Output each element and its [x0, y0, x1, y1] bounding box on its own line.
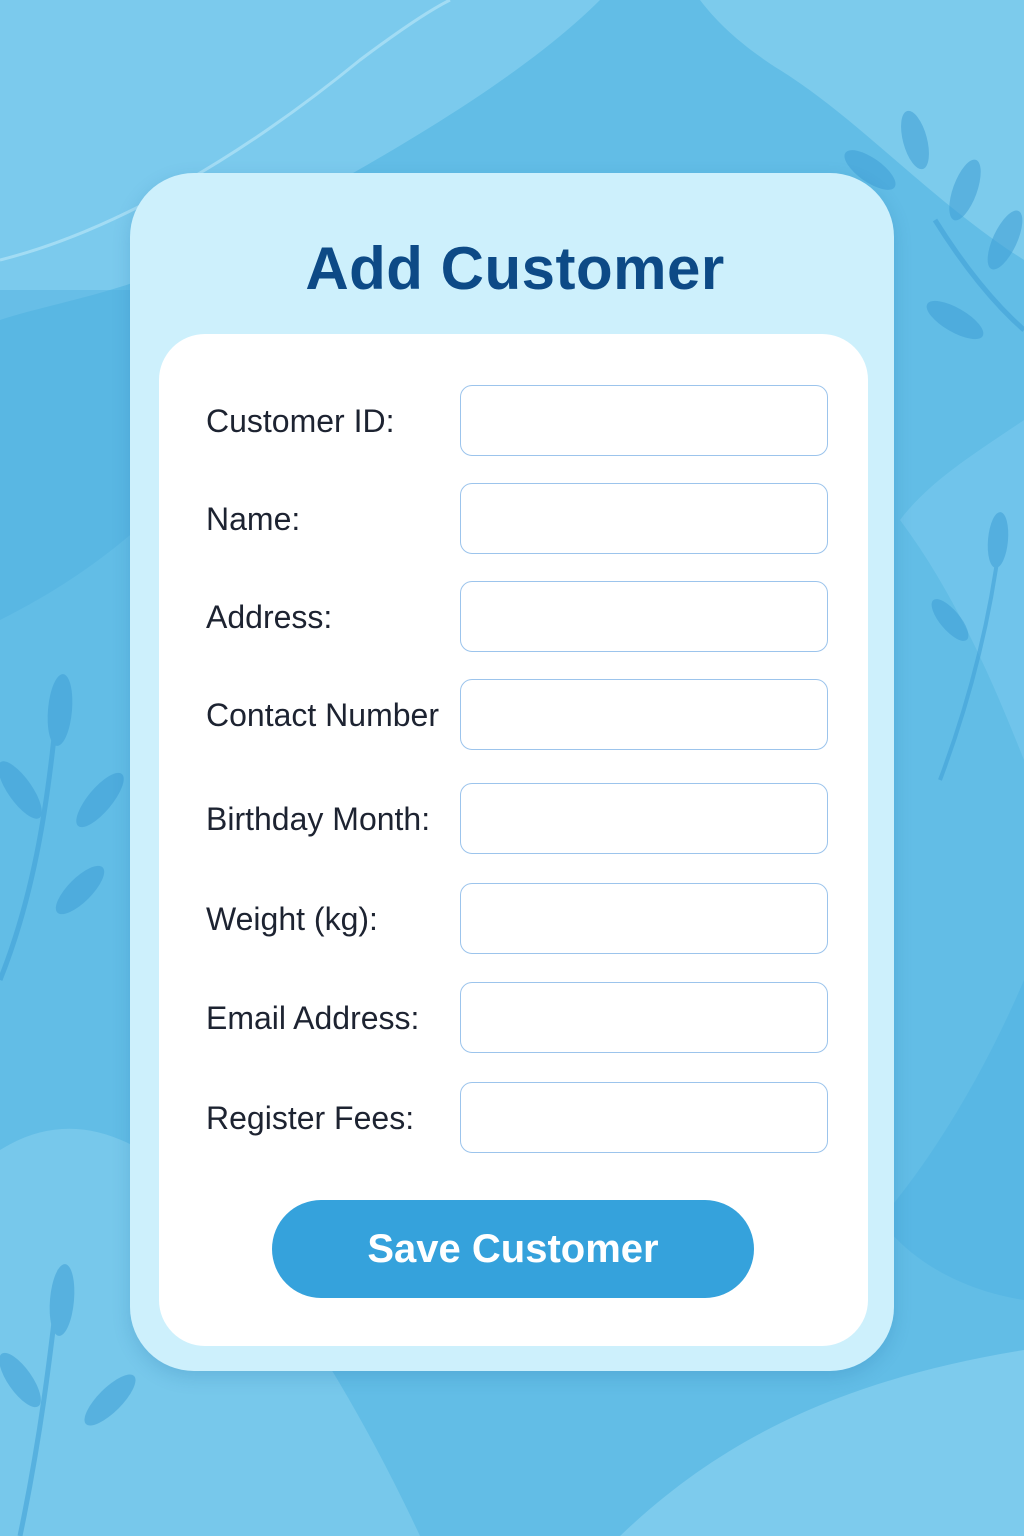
save-customer-button[interactable]: Save Customer: [272, 1200, 754, 1298]
name-row: Name:: [159, 483, 868, 555]
weight-row: Weight (kg):: [159, 883, 868, 955]
address-input[interactable]: [460, 581, 828, 652]
customer-id-row: Customer ID:: [159, 385, 868, 457]
add-customer-card: Add Customer Customer ID: Name: Address:…: [130, 173, 894, 1371]
email-address-input[interactable]: [460, 982, 828, 1053]
contact-number-row: Contact Number: [159, 679, 868, 751]
birthday-month-input[interactable]: [460, 783, 828, 854]
email-address-label: Email Address:: [206, 1000, 420, 1036]
page-title: Add Customer: [305, 235, 725, 302]
contact-number-input[interactable]: [460, 679, 828, 750]
customer-id-input[interactable]: [460, 385, 828, 456]
customer-id-label: Customer ID:: [206, 403, 395, 439]
birthday-month-label: Birthday Month:: [206, 801, 431, 837]
register-fees-input[interactable]: [460, 1082, 828, 1153]
weight-input[interactable]: [460, 883, 828, 954]
form-panel: Customer ID: Name: Address: Contact Numb…: [159, 334, 868, 1346]
birthday-month-row: Birthday Month:: [159, 783, 868, 855]
name-input[interactable]: [460, 483, 828, 554]
email-address-row: Email Address:: [159, 982, 868, 1054]
register-fees-label: Register Fees:: [206, 1100, 415, 1136]
contact-number-label: Contact Number: [206, 697, 439, 733]
address-label: Address:: [206, 599, 333, 635]
address-row: Address:: [159, 581, 868, 653]
name-label: Name:: [206, 501, 301, 537]
weight-label: Weight (kg):: [206, 901, 378, 937]
register-fees-row: Register Fees:: [159, 1082, 868, 1154]
